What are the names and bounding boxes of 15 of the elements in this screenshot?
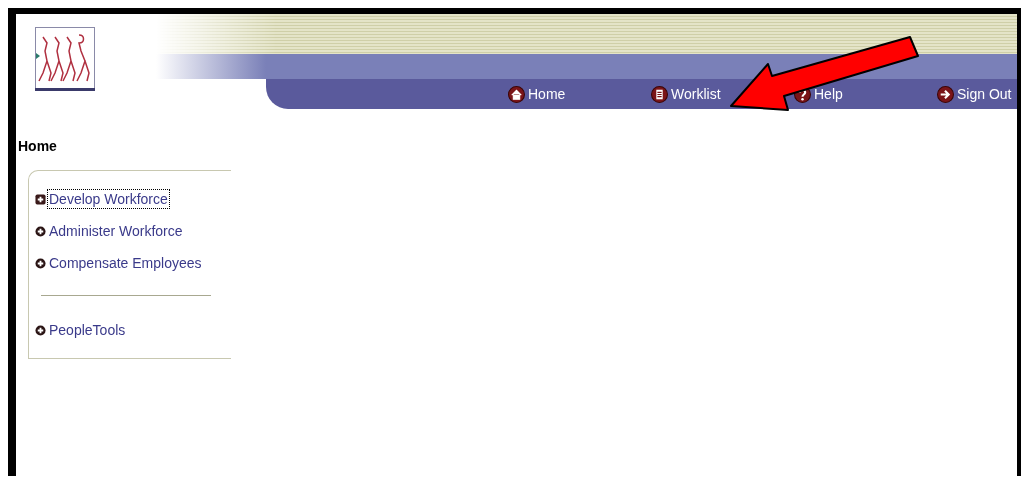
clipboard-icon xyxy=(651,85,668,103)
menu-link[interactable]: Compensate Employees xyxy=(48,254,203,272)
expand-icon xyxy=(35,324,46,336)
page-title: Home xyxy=(18,138,57,154)
nav-link[interactable]: Sign Out xyxy=(937,85,1012,103)
expand-icon xyxy=(35,257,46,269)
nav-link[interactable]: Worklist xyxy=(651,85,721,103)
menu-link[interactable]: Administer Workforce xyxy=(48,222,184,240)
house-icon xyxy=(508,85,525,103)
menu-link[interactable]: Develop Workforce xyxy=(48,190,169,208)
nav-link[interactable]: Home xyxy=(508,85,566,103)
menu-link[interactable]: PeopleTools xyxy=(48,321,127,339)
logo-icon xyxy=(35,27,95,91)
expand-icon xyxy=(35,225,46,237)
expand-focused-icon xyxy=(35,193,46,205)
